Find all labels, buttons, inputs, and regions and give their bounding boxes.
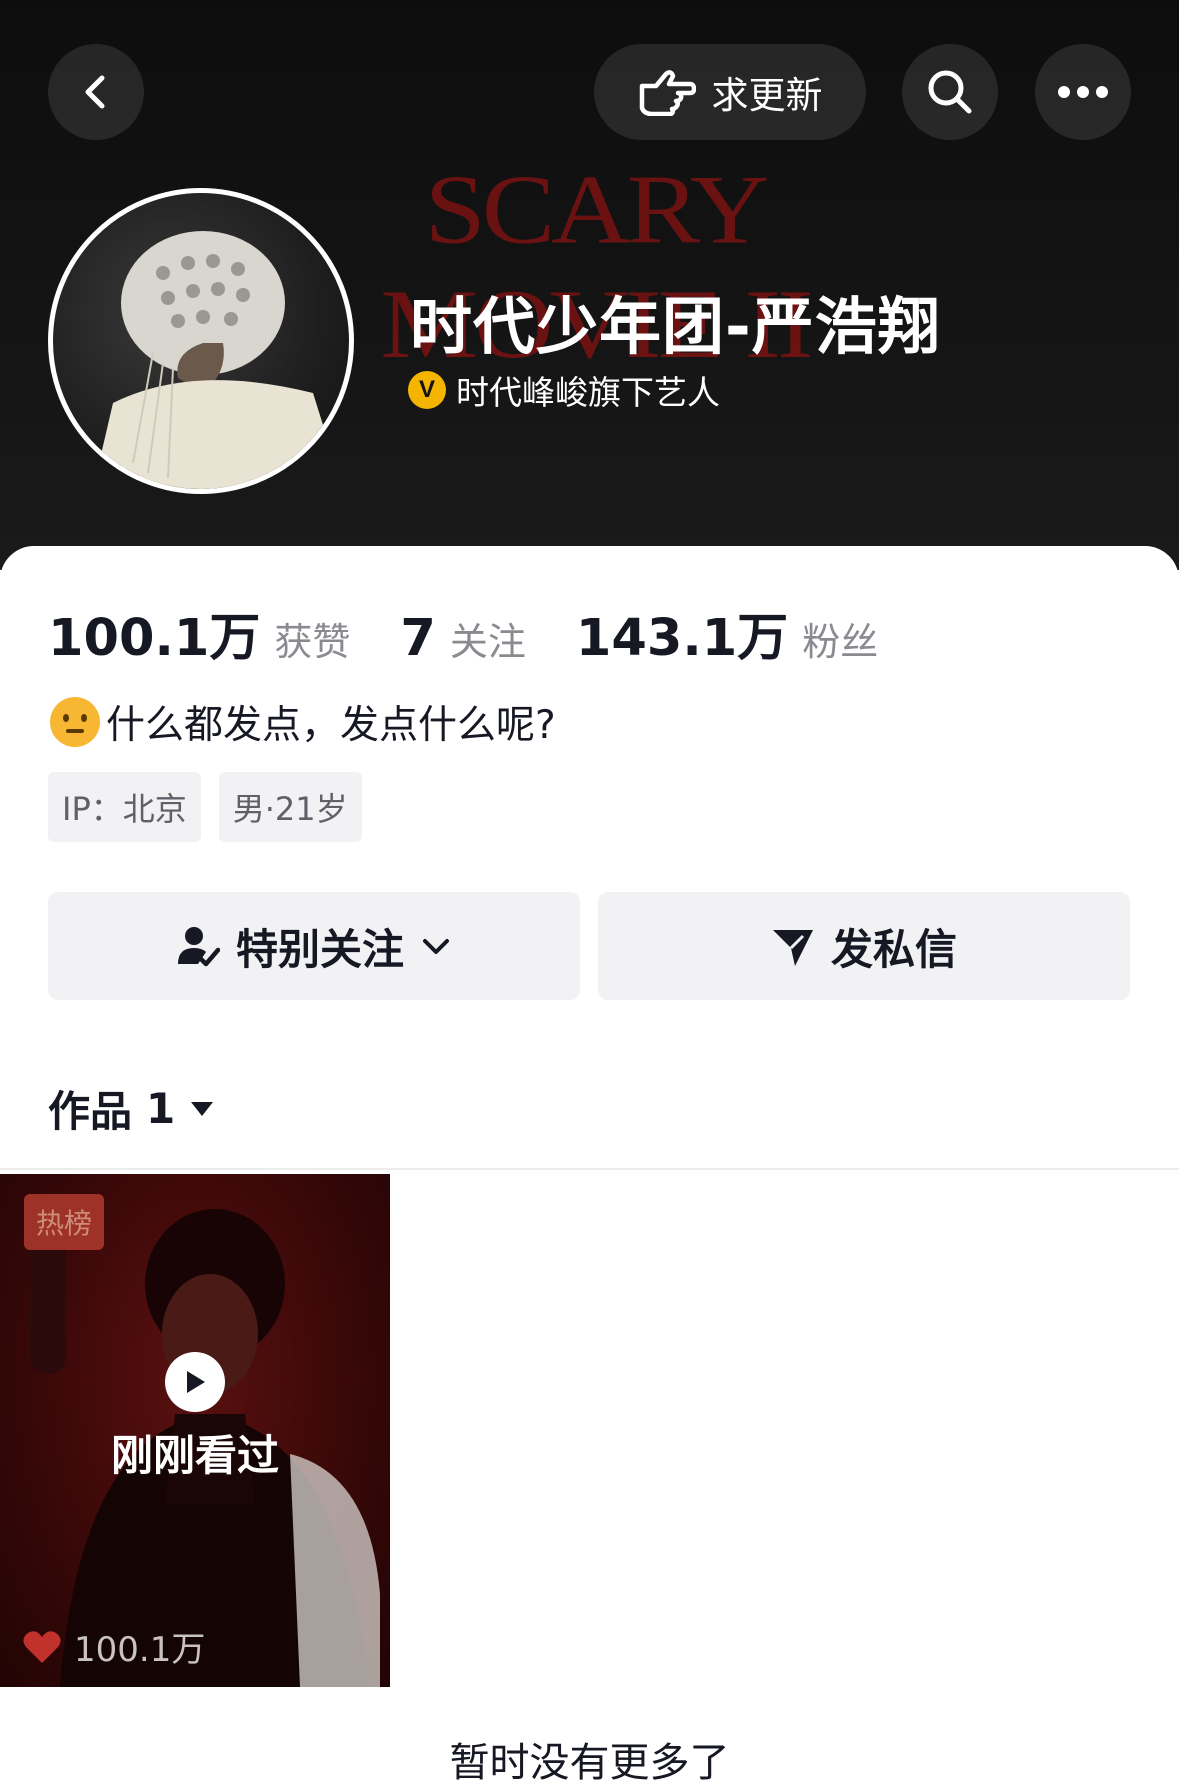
likes-count[interactable]: 100.1万 bbox=[48, 596, 260, 670]
avatar-image bbox=[93, 231, 343, 489]
stats-row: 100.1万 获赞 7 关注 143.1万 粉丝 bbox=[48, 596, 928, 670]
following-count[interactable]: 7 bbox=[400, 609, 436, 668]
followers-label[interactable]: 粉丝 bbox=[802, 611, 878, 666]
following-label[interactable]: 关注 bbox=[450, 611, 526, 666]
special-follow-button[interactable]: 特别关注 bbox=[48, 892, 580, 1000]
works-count: 1 bbox=[146, 1084, 176, 1133]
back-button[interactable] bbox=[48, 44, 144, 140]
profile-name: 时代少年团-严浩翔 bbox=[410, 290, 941, 363]
profile-tags: IP：北京 男·21岁 bbox=[48, 772, 362, 842]
chevron-left-icon bbox=[85, 75, 105, 109]
followers-count[interactable]: 143.1万 bbox=[576, 596, 788, 670]
send-icon bbox=[772, 930, 813, 966]
video-likes-count: 100.1万 bbox=[74, 1630, 206, 1670]
avatar[interactable] bbox=[48, 188, 354, 494]
special-follow-label: 特别关注 bbox=[235, 924, 404, 974]
video-thumbnail[interactable]: 热榜 刚刚看过 100.1万 bbox=[0, 1174, 390, 1687]
pointing-hand-icon bbox=[639, 70, 696, 116]
search-button[interactable] bbox=[902, 44, 998, 140]
verification: V 时代峰峻旗下艺人 bbox=[408, 366, 720, 414]
hot-list-badge: 热榜 bbox=[24, 1194, 105, 1250]
play-icon bbox=[165, 1352, 225, 1412]
user-follow-icon bbox=[177, 927, 220, 967]
request-update-label: 求更新 bbox=[711, 74, 823, 117]
thinking-face-icon bbox=[50, 697, 100, 747]
bio-text: 什么都发点，发点什么呢? bbox=[106, 703, 556, 748]
works-label: 作品 bbox=[48, 1087, 133, 1136]
likes-label[interactable]: 获赞 bbox=[274, 611, 350, 666]
bio: 什么都发点，发点什么呢? bbox=[50, 694, 556, 750]
ip-location-tag: IP：北京 bbox=[48, 772, 201, 842]
divider bbox=[0, 1168, 1179, 1170]
verified-badge-icon: V bbox=[408, 371, 446, 409]
heart-icon bbox=[23, 1630, 61, 1663]
chevron-down-icon bbox=[423, 939, 449, 954]
gender-age-tag: 男·21岁 bbox=[218, 772, 362, 842]
profile-header: SCARY MOVIE II 求更新 时代少年团-严浩翔 V 时代峰峻旗下艺人 bbox=[0, 0, 1179, 570]
video-likes: 100.1万 bbox=[22, 1622, 205, 1671]
send-message-label: 发私信 bbox=[830, 924, 957, 974]
send-message-button[interactable]: 发私信 bbox=[598, 892, 1130, 1000]
no-more-text: 暂时没有更多了 bbox=[449, 1740, 730, 1786]
recently-watched-label: 刚刚看过 bbox=[110, 1431, 279, 1480]
action-row: 特别关注 发私信 bbox=[48, 892, 1130, 1000]
more-button[interactable] bbox=[1035, 44, 1131, 140]
search-icon bbox=[928, 70, 972, 114]
works-tab[interactable]: 作品 1 bbox=[48, 1078, 215, 1139]
more-dots-icon bbox=[1058, 86, 1108, 98]
caret-down-icon bbox=[191, 1101, 214, 1116]
verification-text: 时代峰峻旗下艺人 bbox=[456, 373, 720, 412]
request-update-button[interactable]: 求更新 bbox=[594, 44, 866, 140]
profile-card: 100.1万 获赞 7 关注 143.1万 粉丝 什么都发点，发点什么呢? IP… bbox=[0, 546, 1179, 1786]
